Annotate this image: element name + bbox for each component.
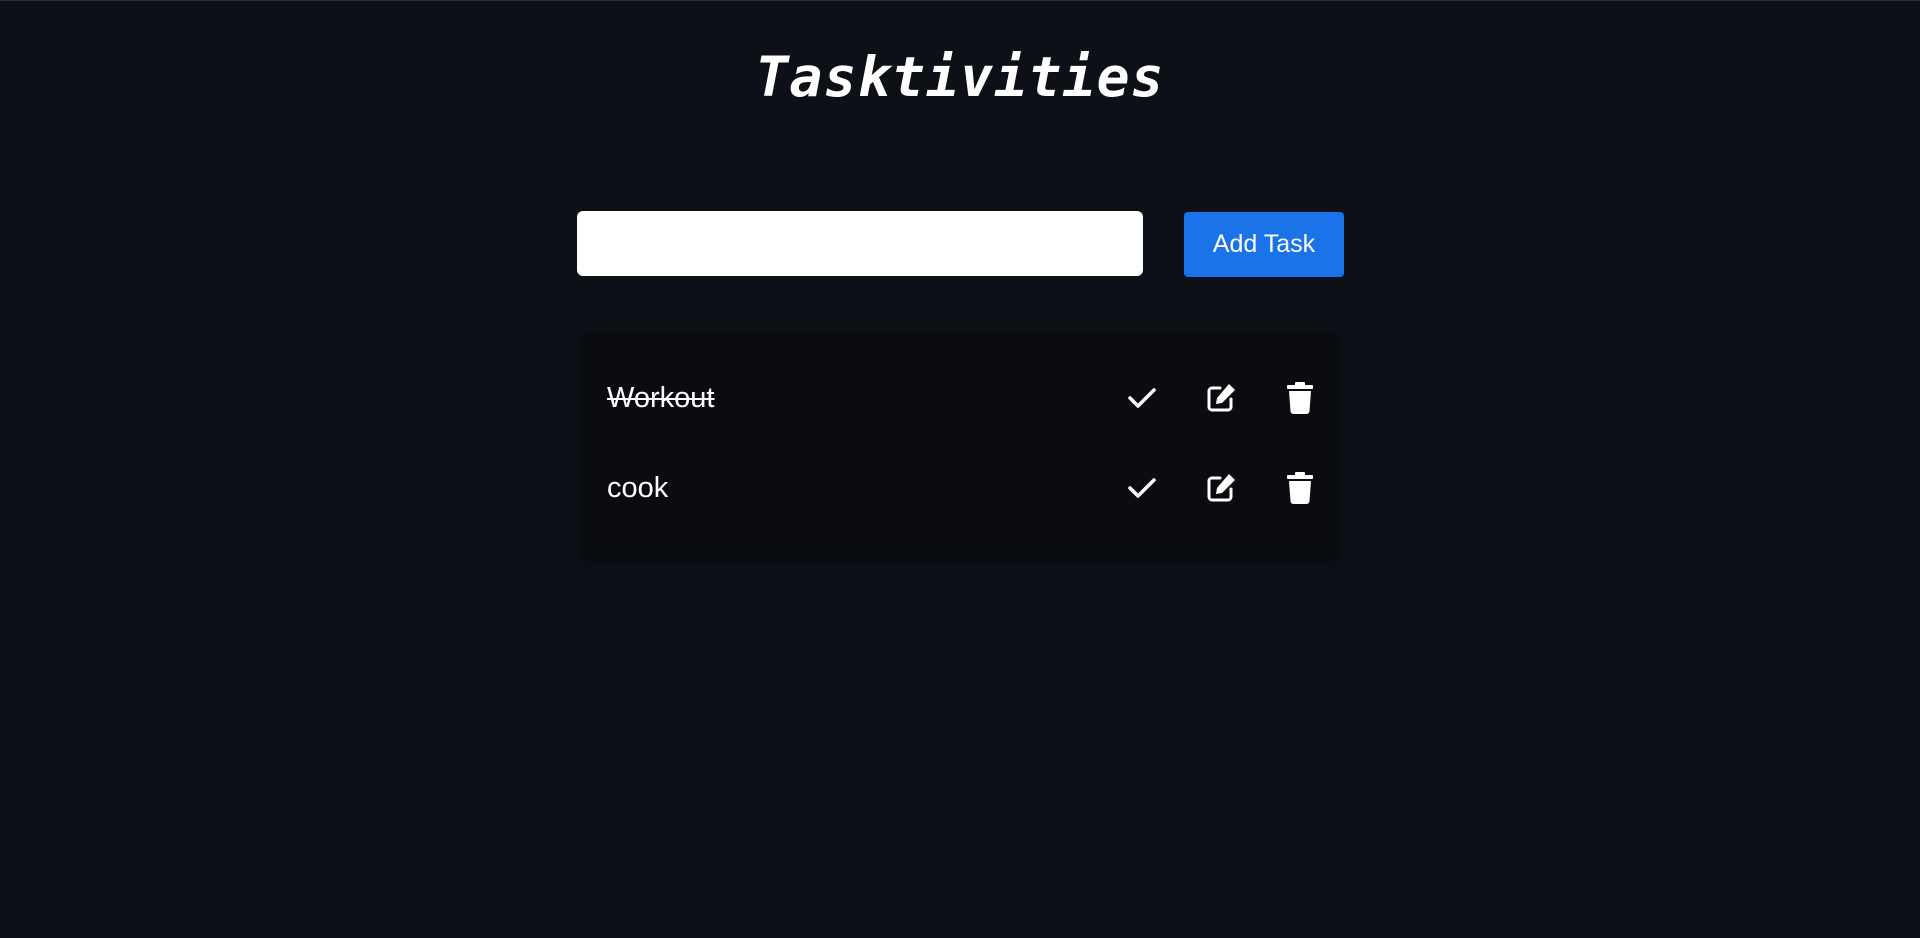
task-input[interactable] xyxy=(577,211,1143,276)
app-title: Tasktivities xyxy=(755,45,1165,109)
trash-icon[interactable] xyxy=(1280,468,1320,508)
edit-icon[interactable] xyxy=(1201,378,1241,418)
trash-icon[interactable] xyxy=(1280,378,1320,418)
edit-icon[interactable] xyxy=(1201,468,1241,508)
check-icon[interactable] xyxy=(1122,468,1162,508)
task-text: cook xyxy=(607,472,669,504)
task-text: Workout xyxy=(607,382,715,414)
task-list xyxy=(583,331,1337,556)
add-task-button[interactable]: Add Task xyxy=(1184,212,1344,277)
check-icon[interactable] xyxy=(1122,378,1162,418)
